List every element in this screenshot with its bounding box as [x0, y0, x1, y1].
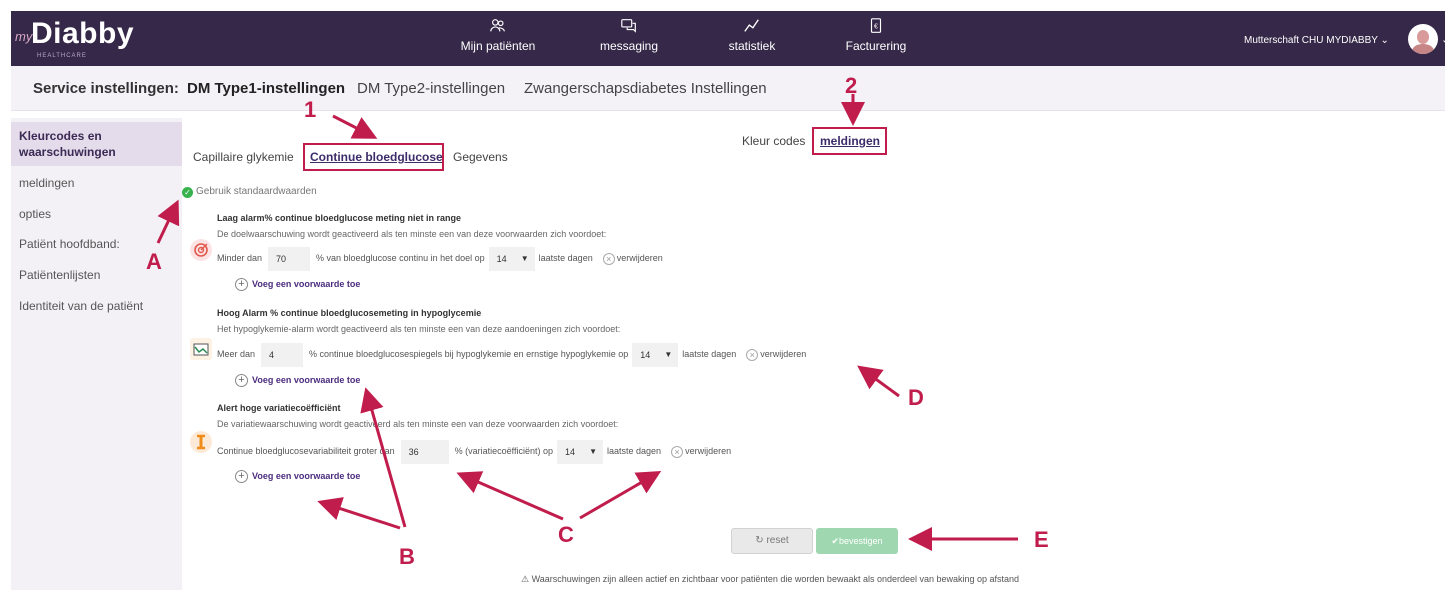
annotation-label: 2 [845, 73, 858, 98]
annotation-label: D [908, 385, 924, 410]
annotation-label: B [399, 544, 415, 569]
annotation-label: C [558, 522, 574, 547]
annotation-arrows [156, 94, 1018, 551]
annotation-label: A [146, 249, 162, 274]
annotation-label: 1 [304, 97, 317, 122]
annotation-label: E [1034, 527, 1049, 552]
